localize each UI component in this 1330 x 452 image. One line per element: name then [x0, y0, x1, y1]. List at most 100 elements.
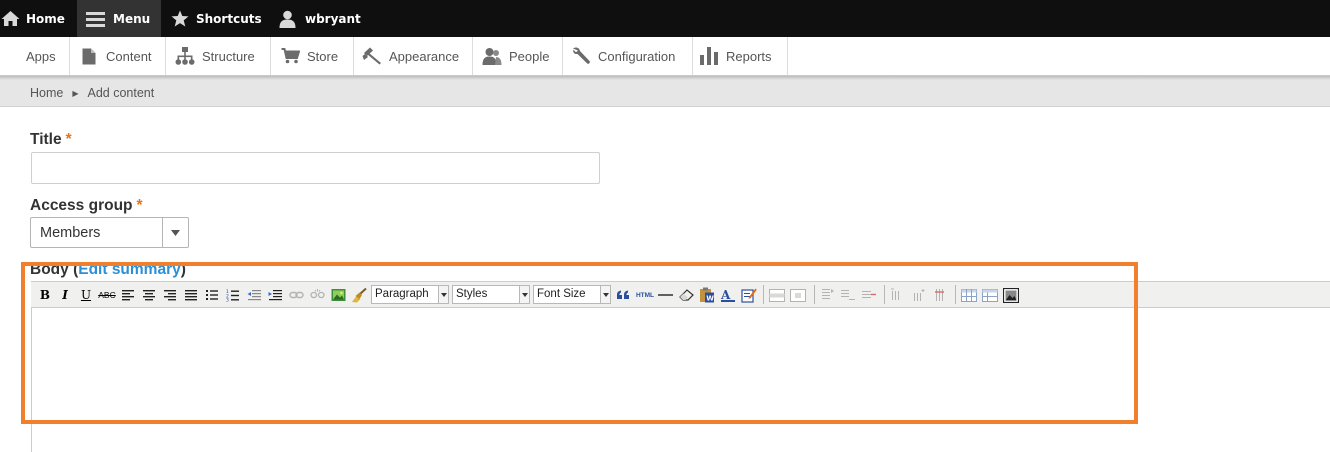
tray-divider	[787, 37, 788, 75]
insert-image-icon[interactable]	[329, 286, 347, 304]
required-marker: *	[136, 197, 143, 214]
access-group-value: Members	[40, 225, 101, 241]
horizontal-rule-icon[interactable]	[656, 286, 674, 304]
italic-button[interactable]: I	[56, 286, 74, 304]
blockquote-icon[interactable]	[614, 286, 632, 304]
paint-icon	[361, 47, 383, 65]
page-icon	[78, 48, 100, 65]
tray-divider	[562, 37, 563, 75]
tray-item-people[interactable]: People	[481, 37, 549, 75]
bold-label: B	[39, 288, 51, 302]
toolbar-user[interactable]: wbryant	[277, 0, 361, 37]
svg-text:W: W	[706, 295, 714, 303]
title-input[interactable]	[31, 152, 600, 184]
unlink-icon[interactable]	[308, 286, 326, 304]
insert-row-after-icon[interactable]	[839, 286, 857, 304]
chevron-down-icon	[438, 286, 448, 303]
access-group-select[interactable]: Members	[30, 217, 189, 248]
tray-item-reports[interactable]: Reports	[698, 37, 772, 75]
tray-divider	[353, 37, 354, 75]
toolbar-separator	[955, 285, 956, 304]
toolbar-separator	[884, 285, 885, 304]
font-size-select-value: Font Size	[537, 288, 586, 300]
required-marker: *	[65, 131, 72, 148]
svg-text:3: 3	[226, 297, 229, 301]
align-center-icon[interactable]	[140, 286, 158, 304]
hamburger-icon	[86, 11, 105, 27]
align-left-icon[interactable]	[119, 286, 137, 304]
insert-column-before-icon[interactable]	[889, 286, 907, 304]
chevron-down-icon	[519, 286, 529, 303]
bullet-list-icon[interactable]	[203, 286, 221, 304]
paste-word-icon[interactable]: W	[698, 286, 716, 304]
access-group-label-text: Access group	[30, 197, 133, 214]
delete-row-icon[interactable]	[860, 286, 878, 304]
insert-row-before-icon[interactable]	[818, 286, 836, 304]
breadcrumb-current: Add content	[87, 86, 155, 100]
table-cell-icon[interactable]	[789, 286, 807, 304]
italic-label: I	[62, 288, 68, 302]
people-icon	[481, 47, 503, 65]
html-source-button[interactable]: HTML	[633, 286, 657, 304]
tray-item-apps[interactable]: Apps	[26, 37, 56, 75]
toolbar-menu[interactable]: Menu	[77, 0, 161, 37]
strikethrough-button[interactable]: ABC	[98, 286, 116, 304]
toolbar-separator	[763, 285, 764, 304]
cleanup-brush-icon[interactable]	[350, 286, 368, 304]
toolbar-home[interactable]: Home	[0, 0, 77, 37]
body-label-text: Body	[30, 261, 69, 278]
font-size-select[interactable]: Font Size	[533, 285, 611, 304]
toolbar-shortcuts[interactable]: Shortcuts	[161, 0, 277, 37]
strikethrough-label: ABC	[98, 290, 116, 300]
bold-button[interactable]: B	[36, 286, 54, 304]
toolbar-separator	[814, 285, 815, 304]
tray-item-configuration[interactable]: Configuration	[570, 37, 675, 75]
edit-summary-link[interactable]: Edit summary	[78, 261, 181, 278]
tray-item-structure[interactable]: Structure	[174, 37, 255, 75]
tray-item-label: Content	[106, 48, 152, 64]
table-row-icon[interactable]	[768, 286, 786, 304]
body-editor[interactable]	[31, 308, 1330, 452]
underline-label: U	[80, 288, 92, 302]
link-icon[interactable]	[287, 286, 305, 304]
tray-item-label: People	[509, 48, 550, 64]
tray-divider	[692, 37, 693, 75]
html-source-label: HTML	[635, 291, 655, 299]
insert-table-icon[interactable]	[981, 286, 999, 304]
indent-icon[interactable]	[266, 286, 284, 304]
tray-item-appearance[interactable]: Appearance	[361, 37, 459, 75]
wysiwyg-toolbar: B I U ABC 123 Paragraph Styles Font Size…	[31, 281, 1330, 308]
styles-select[interactable]: Styles	[452, 285, 530, 304]
tray-item-label: Appearance	[389, 48, 460, 64]
home-icon	[1, 10, 20, 27]
eraser-icon[interactable]	[677, 286, 695, 304]
outdent-icon[interactable]	[245, 286, 263, 304]
insert-column-after-icon[interactable]	[910, 286, 928, 304]
underline-button[interactable]: U	[77, 286, 95, 304]
delete-column-icon[interactable]	[931, 286, 949, 304]
body-label-paren-close: )	[180, 261, 186, 278]
chevron-down-icon[interactable]	[162, 218, 188, 247]
tray-item-store[interactable]: Store	[279, 37, 338, 75]
tray-item-label: Apps	[26, 48, 56, 64]
admin-menu-tray: Apps Content Structure Store Appearance …	[0, 37, 1330, 76]
format-select-value: Paragraph	[375, 288, 429, 300]
wrench-icon	[570, 46, 592, 66]
font-color-icon[interactable]: A	[719, 286, 737, 304]
table-properties-icon[interactable]	[960, 286, 978, 304]
tray-item-label: Configuration	[598, 48, 676, 64]
edit-document-icon[interactable]	[740, 286, 758, 304]
admin-toolbar: Home Menu Shortcuts wbryant	[0, 0, 1330, 37]
breadcrumb: Home ▶ Add content	[0, 80, 1330, 107]
format-select[interactable]: Paragraph	[371, 285, 449, 304]
breadcrumb-separator-icon: ▶	[72, 88, 79, 98]
media-image-icon[interactable]	[1002, 286, 1020, 304]
breadcrumb-home-link[interactable]: Home	[30, 86, 63, 100]
toolbar-shortcuts-label: Shortcuts	[196, 11, 262, 26]
numbered-list-icon[interactable]: 123	[224, 286, 242, 304]
toolbar-menu-label: Menu	[113, 11, 151, 26]
user-icon	[279, 10, 296, 28]
align-justify-icon[interactable]	[182, 286, 200, 304]
align-right-icon[interactable]	[161, 286, 179, 304]
tray-item-content[interactable]: Content	[78, 37, 152, 75]
